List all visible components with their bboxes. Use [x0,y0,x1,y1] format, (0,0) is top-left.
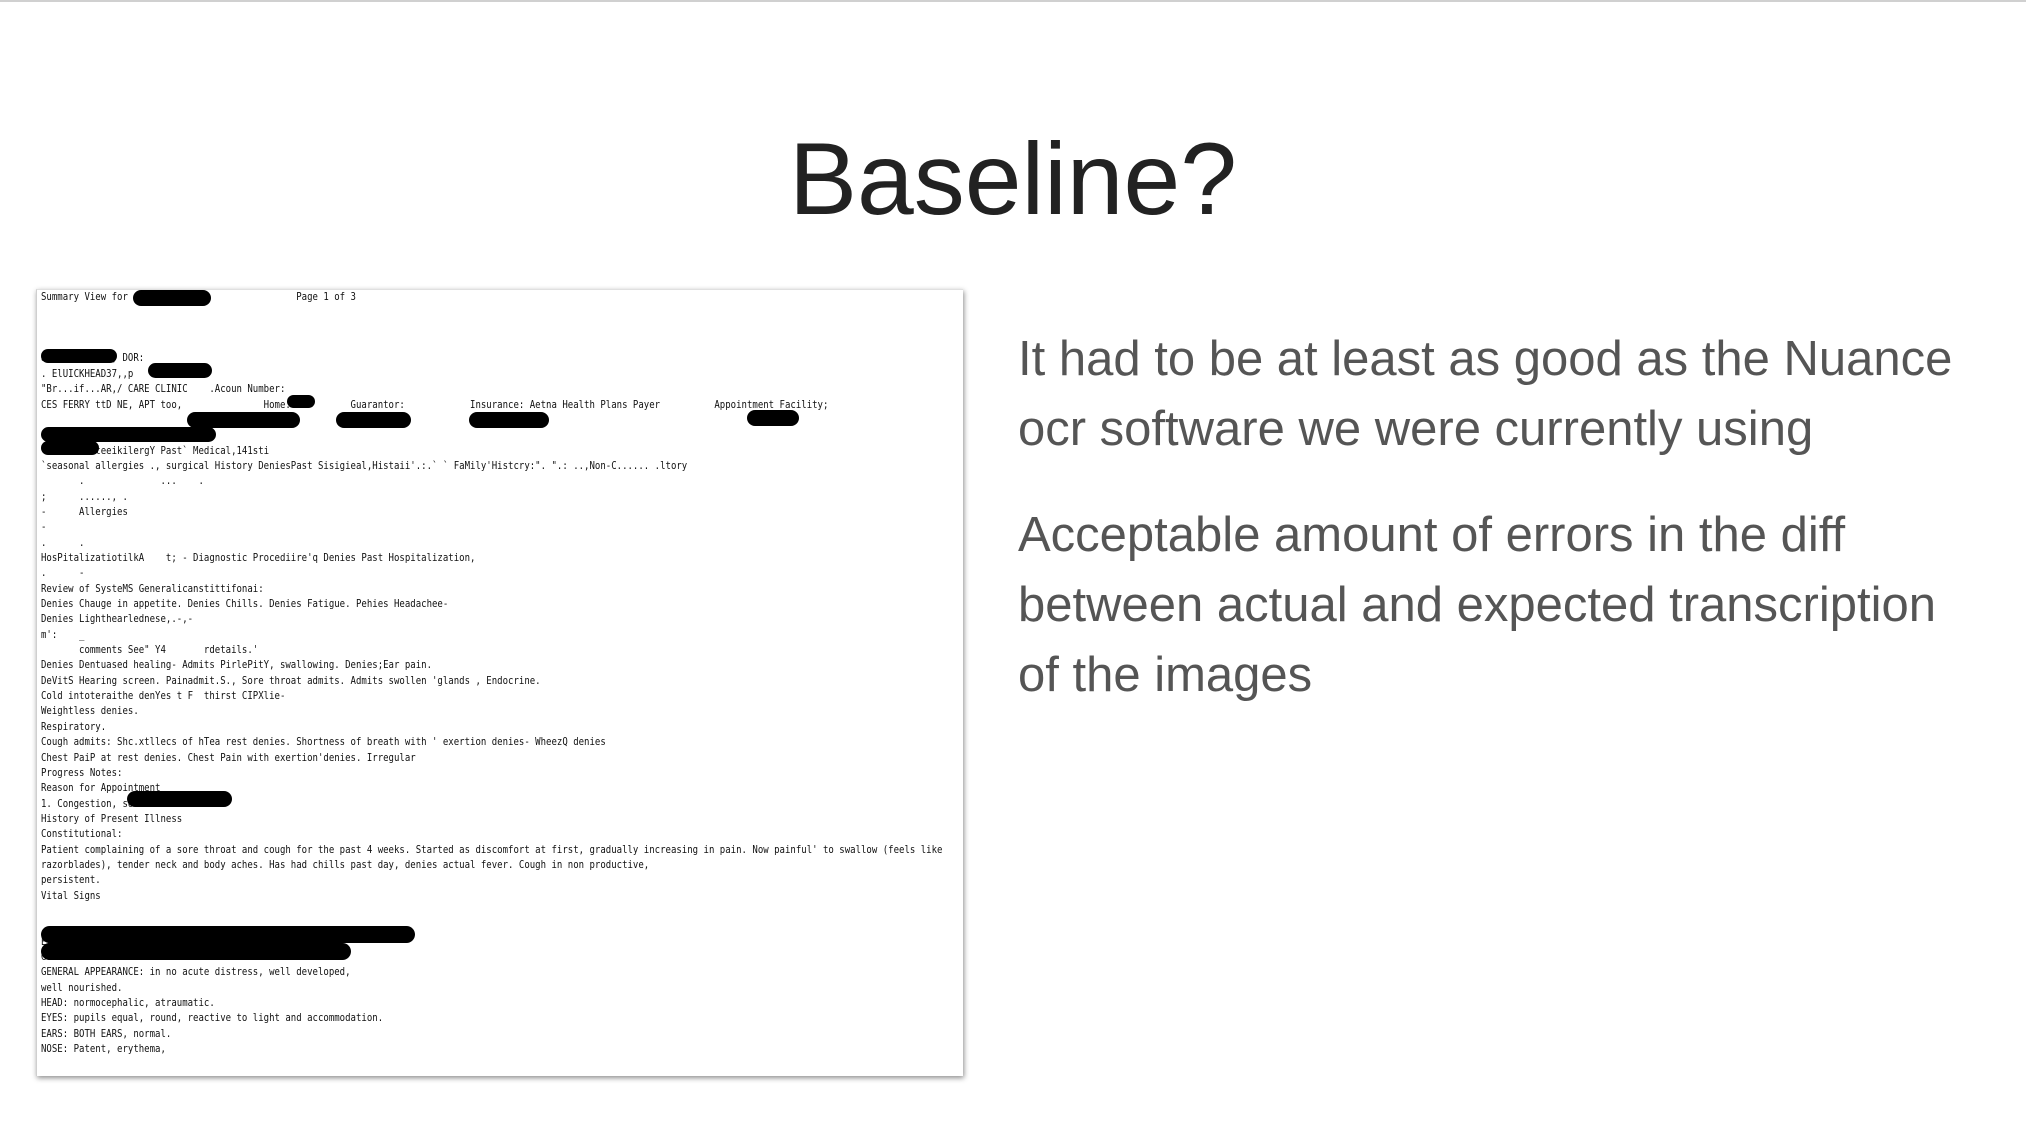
document-line: Review of SysteMS Generalicanstittifonai… [41,581,264,595]
document-line: Denies Lighthearlednese,.-,- [41,612,194,626]
document-line: Cough admits: Shc.xtllecs of hTea rest d… [41,735,606,749]
document-line: Constitutional: [41,827,123,841]
document-line: comments See" Y4 rdetails.' [41,643,259,657]
bullet-list: It had to be at least as good as the Nua… [1018,324,1958,746]
document-line: persistent. [41,873,101,887]
document-line: Denies Chauge in appetite. Denies Chills… [41,597,449,610]
document-line: well nourished. [41,980,123,994]
slide-title: Baseline? [789,122,1237,236]
document-line: . - [41,566,85,580]
document-line: EYES: pupils equal, round, reactive to l… [41,1011,384,1025]
document-line: Chest PaiP at rest denies. Chest Pain wi… [41,750,416,764]
document-line: EARS: BOTH EARS, normal. [41,1026,172,1040]
document-line: . . [41,535,85,549]
document-line: Denies Dentuased healing- Admits PirlePi… [41,658,432,672]
document-line: razorblades), tender neck and body aches… [41,857,650,871]
document-line: `seasonal allergies ., surgical History … [41,458,688,472]
document-line: m': _ [41,627,85,641]
document-line: - [41,520,47,534]
redaction-mark [287,395,315,408]
bullet-acceptable-errors: Acceptable amount of errors in the diff … [1018,508,1936,702]
redaction-mark [41,441,99,455]
redaction-mark [747,410,799,426]
document-line: Weightless denies. [41,704,139,718]
document-line: Respiratory. [41,719,107,733]
redaction-mark [133,290,211,306]
document-line: Vital Signs [41,888,101,902]
document-line: NOSE: Patent, erythema, [41,1042,166,1056]
document-line: "Br...if...AR,/ CARE CLINIC .Acoun Numbe… [41,382,286,396]
redaction-mark [187,412,300,428]
document-line: History of Present Illness [41,811,183,825]
document-line: Progress Notes: [41,765,123,779]
document-line: ; ......, . [41,489,128,503]
redaction-mark [41,943,351,960]
redaction-mark [469,412,549,428]
document-line: CES FERRY ttD NE, APT too, Home: Guarant… [41,397,829,411]
document-line: HEAD: normocephalic, atraumatic. [41,996,215,1010]
document-line: Patient complaining of a sore throat and… [41,842,943,856]
scanned-document-image: NOSE: Patent, erythema, EARS: BOTH EARS, … [36,289,963,1076]
document-line: DeVitS Hearing screen. Painadmit.S., Sor… [41,673,541,687]
document-line: - Allergies [41,504,128,518]
document-line: . ... . [41,474,204,488]
redaction-mark [41,349,117,363]
bullet-baseline-nuance: It had to be at least as good as the Nua… [1018,332,1953,456]
document-line: Cold intoteraithe denYes t F thirst CIPX… [41,689,286,703]
redaction-mark [336,412,411,428]
redaction-mark [127,791,232,807]
redaction-mark [41,926,415,943]
document-line: GENERAL APPEARANCE: in no acute distress… [41,965,351,979]
redaction-mark [41,427,216,442]
document-line: HosPitalizatiotilkA t; - Diagnostic Proc… [41,550,476,564]
slide-top-border [0,0,2026,2]
redaction-mark [148,363,212,378]
document-line: . ElUICKHEAD37,,p [41,366,134,380]
